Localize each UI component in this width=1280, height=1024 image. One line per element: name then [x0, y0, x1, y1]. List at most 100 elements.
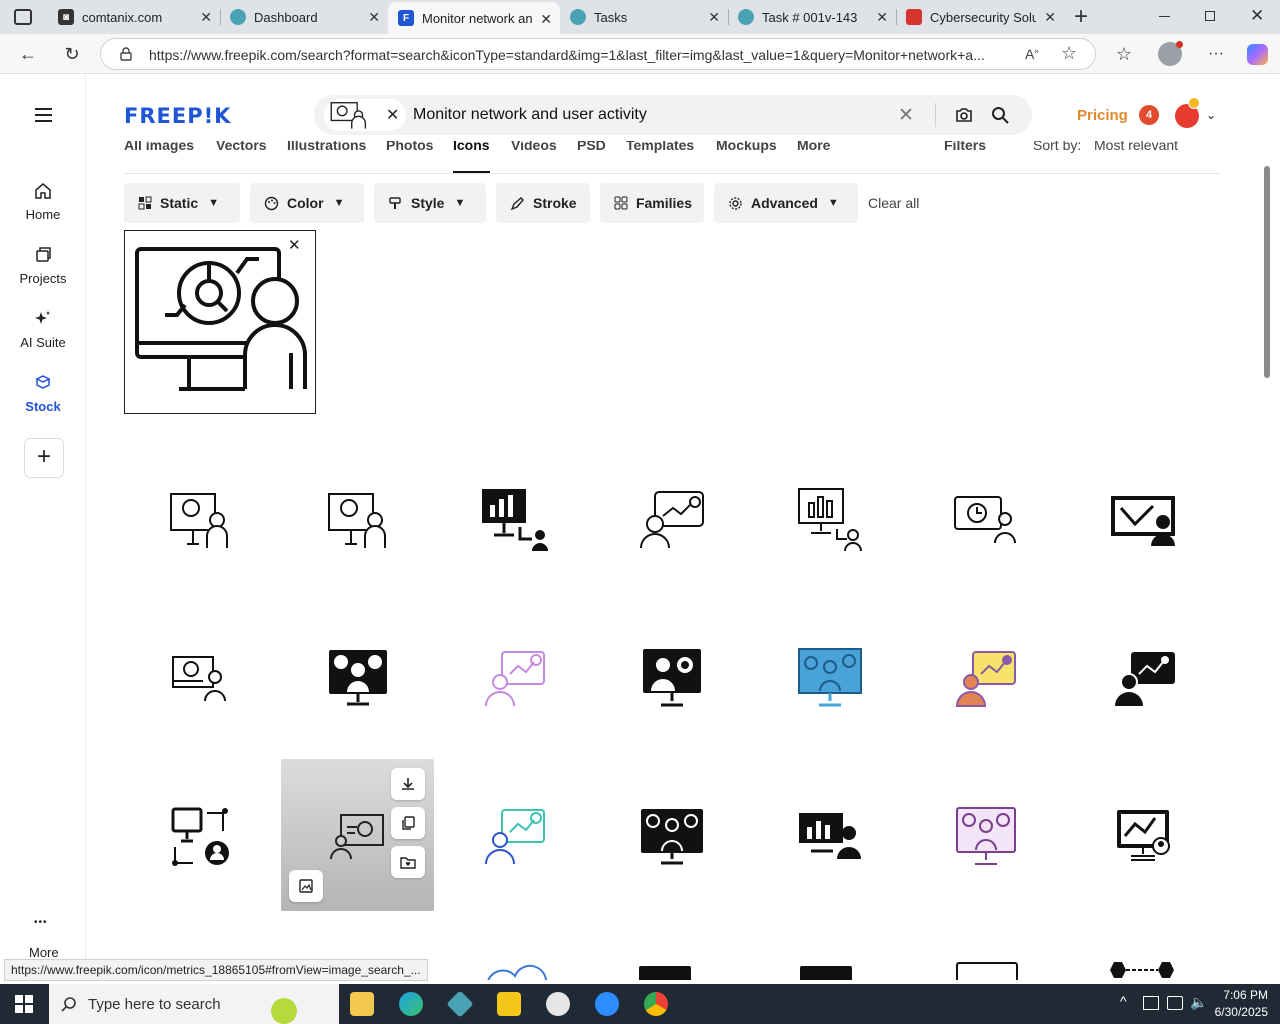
taskbar-search-box[interactable]: Type here to search — [49, 984, 339, 1024]
wifi-icon[interactable] — [1167, 996, 1183, 1010]
network-status-icon[interactable] — [1143, 996, 1159, 1010]
copy-button[interactable] — [391, 807, 425, 839]
download-button[interactable] — [391, 768, 425, 800]
more-dots-icon[interactable]: ••• — [34, 917, 48, 928]
icon-result-card[interactable] — [318, 480, 398, 560]
vertical-scrollbar[interactable] — [1262, 152, 1272, 977]
icon-result-card[interactable] — [790, 480, 870, 560]
close-preview-icon[interactable]: ✕ — [288, 236, 301, 254]
tab-all-images[interactable]: All images — [124, 141, 194, 153]
icon-result-card[interactable] — [160, 638, 240, 718]
settings-more-icon[interactable]: ··· — [1204, 42, 1228, 66]
close-tab-icon[interactable]: ✕ — [368, 9, 380, 26]
site-info-icon[interactable] — [119, 47, 133, 61]
tab-illustrations[interactable]: Illustrations — [287, 141, 366, 153]
sort-dropdown[interactable]: Most relevant — [1094, 141, 1178, 153]
file-explorer-icon[interactable] — [350, 992, 374, 1016]
browser-tab-active[interactable]: F Monitor network and user activity ✕ — [388, 2, 560, 34]
address-bar[interactable]: https://www.freepik.com/search?format=se… — [100, 38, 1096, 70]
tab-videos[interactable]: Videos — [511, 141, 557, 153]
browser-tab[interactable]: Task # 001v-143 ✕ — [728, 0, 896, 34]
similar-images-button[interactable] — [289, 870, 323, 902]
clear-search-icon[interactable]: ✕ — [898, 104, 914, 127]
edge-browser-icon[interactable] — [399, 992, 423, 1016]
tab-psd[interactable]: PSD — [577, 141, 606, 153]
icon-result-card[interactable] — [956, 962, 1018, 980]
sidebar-item-home[interactable]: Home — [0, 181, 86, 222]
copilot-icon[interactable] — [1247, 44, 1268, 65]
hamburger-menu-icon[interactable] — [35, 108, 52, 122]
sidebar-item-projects[interactable]: Projects — [0, 245, 86, 286]
clear-all-link[interactable]: Clear all — [868, 195, 919, 211]
minimize-icon[interactable] — [1159, 16, 1170, 17]
icon-result-card[interactable] — [475, 638, 555, 718]
search-input[interactable]: Monitor network and user activity — [413, 106, 647, 124]
style-filter-chip[interactable]: Style ▼ — [374, 183, 486, 223]
show-hidden-icons-chevron-icon[interactable]: ^ — [1120, 993, 1127, 1009]
families-filter-chip[interactable]: Families — [600, 183, 704, 223]
remove-image-icon[interactable]: ✕ — [386, 105, 399, 125]
color-filter-chip[interactable]: Color ▼ — [250, 183, 364, 223]
browser-tab[interactable]: Tasks ✕ — [560, 0, 728, 34]
tab-actions-icon[interactable] — [14, 9, 32, 25]
close-tab-icon[interactable]: ✕ — [200, 9, 212, 26]
hovered-icon-card[interactable] — [281, 759, 434, 911]
tab-mockups[interactable]: Mockups — [716, 141, 777, 153]
windows-start-icon[interactable] — [15, 995, 33, 1013]
search-bar[interactable]: ✕ Monitor network and user activity ✕ — [314, 95, 1032, 135]
close-tab-icon[interactable]: ✕ — [708, 9, 720, 26]
icon-result-card[interactable] — [1104, 796, 1184, 876]
chevron-down-icon[interactable]: ⌄ — [1206, 108, 1216, 122]
camera-search-icon[interactable] — [955, 107, 973, 123]
tab-icons[interactable]: Icons — [453, 141, 490, 153]
advanced-filter-chip[interactable]: Advanced ▼ — [714, 183, 858, 223]
app-hexagon-icon[interactable] — [446, 990, 474, 1018]
browser-tab[interactable]: ◙ comtanix.com ✕ — [48, 0, 220, 34]
search-icon[interactable] — [991, 106, 1009, 124]
close-window-icon[interactable]: ✕ — [1250, 6, 1264, 26]
icon-result-card[interactable] — [1104, 480, 1184, 560]
icon-result-card[interactable] — [790, 796, 870, 876]
icon-result-card[interactable] — [160, 796, 240, 876]
icon-result-card[interactable] — [946, 638, 1026, 718]
scrollbar-thumb[interactable] — [1264, 166, 1270, 378]
icon-result-card[interactable] — [632, 796, 712, 876]
icon-result-card[interactable] — [1104, 638, 1184, 718]
add-button[interactable]: + — [24, 438, 64, 478]
stroke-filter-chip[interactable]: Stroke — [496, 183, 590, 223]
icon-result-card[interactable] — [160, 480, 240, 560]
read-aloud-icon[interactable]: A» — [1025, 46, 1039, 62]
icon-result-card[interactable] — [946, 796, 1026, 876]
icon-result-card[interactable] — [632, 638, 712, 718]
zoom-app-icon[interactable] — [595, 992, 619, 1016]
icon-result-card[interactable] — [1110, 960, 1180, 980]
icon-result-card[interactable] — [946, 480, 1026, 560]
icon-result-card[interactable] — [475, 796, 555, 876]
close-tab-icon[interactable]: ✕ — [1044, 9, 1056, 26]
sidebar-item-stock[interactable]: Stock — [0, 373, 86, 414]
icon-result-card[interactable] — [318, 638, 398, 718]
browser-tab[interactable]: Dashboard ✕ — [220, 0, 388, 34]
freepik-logo[interactable]: FREEP!K — [124, 104, 231, 128]
favorite-star-icon[interactable]: ☆ — [1061, 43, 1077, 64]
icon-result-card[interactable] — [483, 958, 549, 980]
close-tab-icon[interactable]: ✕ — [540, 11, 552, 28]
browser-tab[interactable]: Cybersecurity Solutions ✕ — [896, 0, 1064, 34]
restore-icon[interactable] — [1205, 11, 1215, 21]
favorites-icon[interactable]: ☆ — [1112, 42, 1136, 66]
filters-button[interactable]: Filters — [944, 141, 986, 153]
new-tab-button[interactable]: + — [1074, 3, 1088, 31]
pricing-link[interactable]: Pricing — [1077, 107, 1128, 124]
tab-photos[interactable]: Photos — [386, 141, 433, 153]
sticky-notes-icon[interactable] — [497, 992, 521, 1016]
static-filter-chip[interactable]: Static ▼ — [124, 183, 240, 223]
tab-templates[interactable]: Templates — [626, 141, 694, 153]
icon-result-card[interactable] — [790, 638, 870, 718]
sidebar-item-more[interactable]: More — [29, 945, 59, 960]
tab-more[interactable]: More — [797, 141, 830, 153]
notification-bell-icon[interactable]: 4 — [1139, 105, 1159, 125]
chrome-browser-icon[interactable] — [644, 992, 668, 1016]
close-tab-icon[interactable]: ✕ — [876, 9, 888, 26]
icon-result-card[interactable] — [800, 966, 852, 980]
icon-result-card[interactable] — [639, 966, 691, 980]
